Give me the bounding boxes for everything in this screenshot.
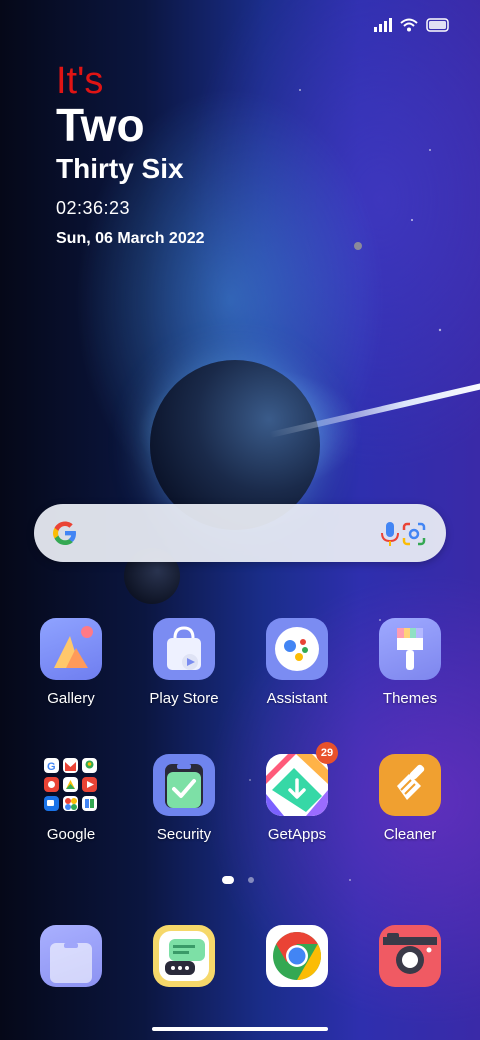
dock-camera[interactable] bbox=[360, 925, 460, 987]
chrome-icon bbox=[266, 925, 328, 987]
digital-time: 02:36:23 bbox=[56, 198, 131, 218]
google-lens-icon[interactable] bbox=[400, 520, 428, 548]
app-security[interactable]: Security bbox=[134, 754, 234, 843]
google-g-icon bbox=[53, 521, 76, 545]
wifi-icon bbox=[400, 18, 418, 32]
phone-dialer-icon bbox=[40, 925, 102, 987]
clock-hour-text: Two bbox=[56, 99, 145, 151]
clock-widget[interactable]: It's Two Thirty Six 02:36:23 Sun, 06 Mar… bbox=[56, 62, 205, 248]
google-folder-icon: G bbox=[40, 754, 102, 816]
app-getapps[interactable]: 29 GetApps bbox=[247, 742, 347, 843]
app-google-folder[interactable]: G Google bbox=[21, 754, 121, 843]
security-icon bbox=[153, 754, 215, 816]
app-label: Themes bbox=[382, 690, 438, 707]
page-dot[interactable] bbox=[248, 877, 254, 883]
clock-its-text: It's bbox=[56, 60, 104, 102]
google-search-bar[interactable] bbox=[34, 504, 446, 562]
app-label: Play Store bbox=[149, 690, 219, 707]
assistant-icon bbox=[266, 618, 328, 680]
notification-badge: 29 bbox=[316, 742, 338, 764]
themes-icon bbox=[379, 618, 441, 680]
dock-phone[interactable] bbox=[21, 925, 121, 987]
page-dot-active[interactable] bbox=[222, 876, 234, 884]
getapps-icon: 29 bbox=[266, 742, 338, 816]
app-cleaner[interactable]: Cleaner bbox=[360, 754, 460, 843]
app-play-store[interactable]: Play Store bbox=[134, 618, 234, 707]
camera-icon bbox=[379, 925, 441, 987]
app-assistant[interactable]: Assistant bbox=[247, 618, 347, 707]
date-text: Sun, 06 March 2022 bbox=[56, 230, 205, 247]
status-bar bbox=[374, 18, 450, 32]
clock-minute-text: Thirty Six bbox=[56, 153, 184, 184]
app-gallery[interactable]: Gallery bbox=[21, 618, 121, 707]
app-label: Google bbox=[46, 826, 96, 843]
play-store-icon bbox=[153, 618, 215, 680]
dock-messages[interactable] bbox=[134, 925, 234, 987]
app-themes[interactable]: Themes bbox=[360, 618, 460, 707]
app-label: Cleaner bbox=[383, 826, 437, 843]
app-label: Security bbox=[156, 826, 212, 843]
page-indicator[interactable] bbox=[222, 876, 254, 884]
dock-chrome[interactable] bbox=[247, 925, 347, 987]
signal-icon bbox=[374, 18, 392, 32]
gesture-home-bar[interactable] bbox=[152, 1027, 328, 1031]
gallery-icon bbox=[40, 618, 102, 680]
app-label: Assistant bbox=[266, 690, 328, 707]
battery-icon bbox=[426, 18, 449, 32]
cleaner-icon bbox=[379, 754, 441, 816]
wallpaper-small-moon bbox=[354, 242, 362, 250]
messages-icon bbox=[153, 925, 215, 987]
svg-text:G: G bbox=[47, 761, 56, 773]
app-label: GetApps bbox=[267, 826, 327, 843]
app-label: Gallery bbox=[47, 690, 95, 707]
